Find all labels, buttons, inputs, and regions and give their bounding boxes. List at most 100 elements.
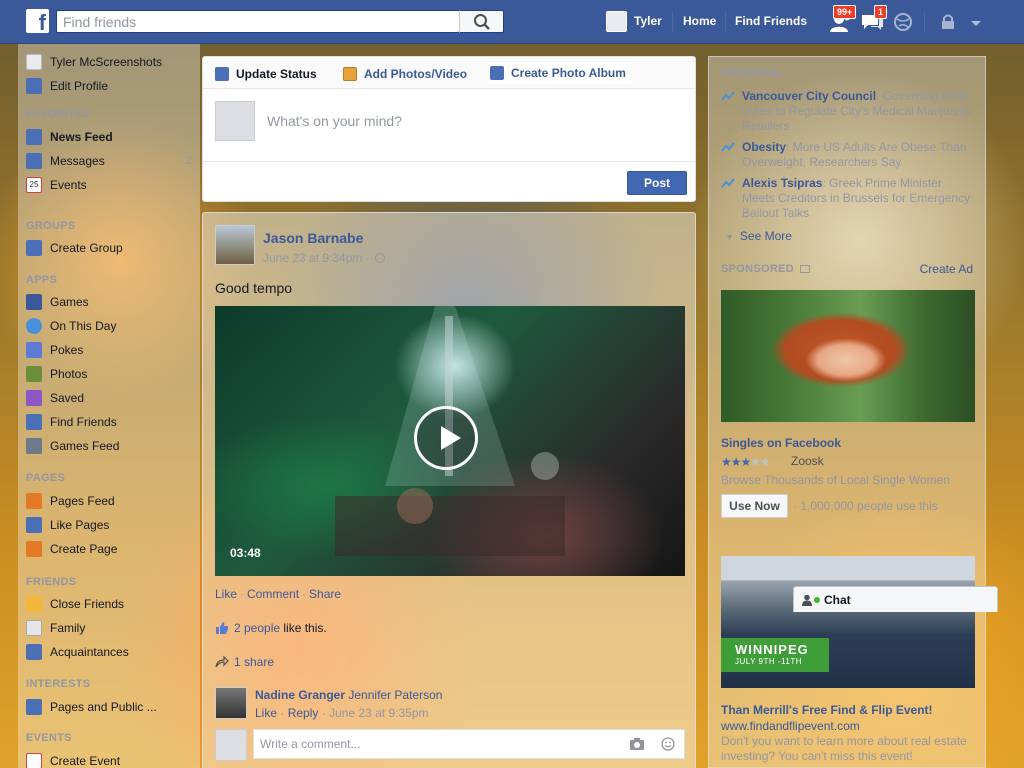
use-now-button[interactable]: Use Now — [721, 494, 788, 518]
account-menu-button[interactable] — [966, 8, 994, 36]
sidebar-item-messages[interactable]: Messages 2 — [26, 151, 196, 171]
author-avatar[interactable] — [215, 225, 255, 265]
comment-reply-link[interactable]: Reply — [288, 706, 319, 720]
smiley-icon[interactable] — [661, 737, 675, 751]
sidebar-item-label: Like Pages — [50, 518, 110, 532]
sidebar-item-label: Events — [50, 178, 87, 192]
video-player[interactable]: 03:48 — [215, 306, 685, 576]
trending-item[interactable]: Vancouver City Council: Governing Body V… — [721, 89, 971, 137]
sidebar-item-label: Games Feed — [50, 439, 120, 453]
commenter-avatar[interactable] — [215, 687, 247, 719]
home-link[interactable]: Home — [683, 0, 716, 44]
sidebar-item-pages-and-public[interactable]: Pages and Public ... — [26, 697, 196, 717]
sidebar-item-on-this-day[interactable]: On This Day — [26, 316, 196, 336]
play-button[interactable] — [414, 406, 478, 470]
see-more-link[interactable]: ▼ See More — [725, 229, 792, 243]
people-icon — [26, 644, 42, 660]
search-input[interactable] — [56, 10, 460, 33]
ad-image-singles[interactable] — [721, 290, 975, 422]
find-friends-link[interactable]: Find Friends — [735, 0, 807, 44]
tab-add-photos-video[interactable]: Add Photos/Video — [343, 65, 467, 83]
comment-timestamp[interactable]: June 23 at 9:35pm — [329, 706, 428, 720]
events-section-header: EVENTS — [26, 732, 72, 744]
search-button[interactable] — [459, 10, 504, 33]
see-more-label: See More — [739, 229, 792, 243]
tab-create-photo-album[interactable]: Create Photo Album — [488, 62, 632, 84]
likes-people-link[interactable]: 2 people — [234, 621, 280, 635]
sidebar-item-like-pages[interactable]: Like Pages — [26, 515, 196, 535]
sidebar-item-photos[interactable]: Photos — [26, 364, 196, 384]
sidebar-item-create-event[interactable]: Create Event — [26, 751, 196, 768]
sidebar-item-pages-feed[interactable]: Pages Feed — [26, 491, 196, 511]
sidebar-item-label: Family — [50, 621, 86, 635]
trending-item[interactable]: Alexis Tsipras: Greek Prime Minister Mee… — [721, 176, 971, 224]
commenter-name[interactable]: Nadine Granger — [255, 688, 345, 702]
comment-link[interactable]: Comment — [247, 587, 299, 601]
sidebar-item-create-group[interactable]: Create Group — [26, 238, 196, 258]
pencil-icon — [215, 67, 229, 81]
sidebar-item-pokes[interactable]: Pokes — [26, 340, 196, 360]
ad-title[interactable]: Singles on Facebook — [721, 436, 841, 450]
sponsored-label: SPONSORED — [721, 263, 794, 275]
ad-title[interactable]: Than Merrill's Free Find & Flip Event! — [721, 703, 933, 717]
story-timestamp[interactable]: June 23 at 9:34pm · — [263, 251, 386, 265]
ad-image-event[interactable]: WINNIPEG JULY 9TH -11TH — [721, 556, 975, 688]
sidebar-item-edit-profile[interactable]: Edit Profile — [26, 76, 196, 96]
friend-requests-button[interactable]: 99+ — [827, 5, 857, 36]
like-link[interactable]: Like — [215, 587, 237, 601]
comment-like-link[interactable]: Like — [255, 706, 277, 720]
list-icon — [26, 699, 42, 715]
trending-item[interactable]: Obesity: More US Adults Are Obese Than O… — [721, 140, 971, 172]
groups-section-header: GROUPS — [26, 220, 76, 232]
sidebar-item-family[interactable]: Family — [26, 618, 196, 638]
plus-icon — [26, 240, 42, 256]
sidebar-item-saved[interactable]: Saved — [26, 388, 196, 408]
tagged-person[interactable]: Jennifer Paterson — [348, 688, 442, 702]
privacy-shortcuts-button[interactable] — [936, 8, 964, 36]
post-button[interactable]: Post — [627, 171, 687, 195]
user-avatar[interactable] — [606, 11, 627, 32]
sidebar-item-profile[interactable]: Tyler McScreenshots — [26, 52, 196, 72]
trending-topic: Vancouver City Council — [742, 89, 877, 103]
composer-tabs: Update Status Add Photos/Video Create Ph… — [203, 57, 695, 89]
sidebar-item-news-feed[interactable]: News Feed — [26, 127, 196, 147]
sidebar-item-label: Create Event — [50, 754, 121, 768]
sidebar-item-games[interactable]: Games — [26, 292, 196, 312]
ad-url[interactable]: www.findandflipevent.com — [721, 719, 975, 734]
sidebar-item-acquaintances[interactable]: Acquaintances — [26, 642, 196, 662]
comment-actions: Like · Reply · June 23 at 9:35pm — [255, 706, 428, 720]
sidebar-item-games-feed[interactable]: Games Feed — [26, 436, 196, 456]
sidebar-item-events[interactable]: 25 Events — [26, 175, 196, 195]
sidebar-item-close-friends[interactable]: Close Friends — [26, 594, 196, 614]
nav-divider — [725, 12, 726, 32]
sidebar-item-label: Find Friends — [50, 415, 117, 429]
star-icon — [26, 596, 42, 612]
nav-divider — [924, 12, 925, 32]
flag-icon — [26, 493, 42, 509]
sidebar-item-find-friends[interactable]: Find Friends — [26, 412, 196, 432]
chat-tab[interactable]: Chat — [793, 586, 998, 612]
plus-icon — [26, 541, 42, 557]
status-input[interactable]: What's on your mind? — [267, 113, 402, 129]
profile-link[interactable]: Tyler — [634, 0, 662, 44]
shares-summary[interactable]: 1 share — [215, 655, 274, 669]
calendar-plus-icon — [26, 753, 42, 768]
share-link[interactable]: Share — [309, 587, 341, 601]
create-ad-link[interactable]: Create Ad — [920, 262, 973, 276]
sidebar-item-label: Games — [50, 295, 89, 309]
facebook-logo-icon[interactable]: f — [26, 9, 49, 33]
tab-update-status[interactable]: Update Status — [215, 65, 317, 83]
notifications-button[interactable] — [890, 8, 918, 36]
sponsored-header: SPONSORED — [721, 263, 811, 275]
story-author[interactable]: Jason Barnabe — [263, 230, 363, 246]
sidebar-item-create-page[interactable]: Create Page — [26, 539, 196, 559]
tab-label: Update Status — [236, 67, 317, 81]
camera-icon[interactable] — [629, 737, 645, 751]
sidebar-item-label: Pokes — [50, 343, 84, 357]
sidebar-item-label: Pages Feed — [50, 494, 115, 508]
news-feed-icon — [26, 129, 42, 145]
story-actions: Like · Comment · Share — [215, 587, 341, 601]
comment-input[interactable] — [253, 729, 685, 759]
messages-button[interactable]: 1 — [858, 5, 888, 36]
star-empty-icon: ★★ — [750, 455, 770, 469]
